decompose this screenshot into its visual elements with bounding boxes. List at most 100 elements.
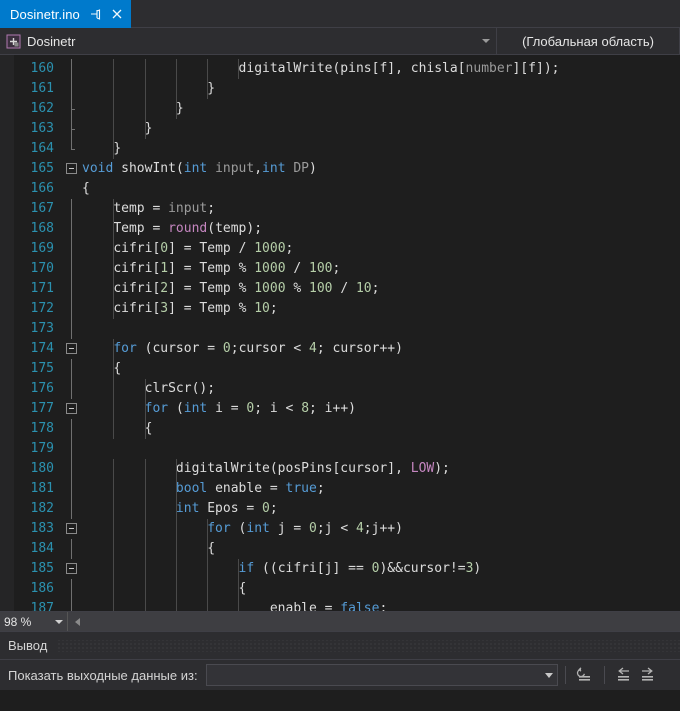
code-line[interactable]: 176 clrScr(); [14, 379, 680, 399]
clear-all-button[interactable] [573, 663, 597, 687]
code-text[interactable]: } [82, 99, 680, 119]
code-text[interactable]: for (int j = 0;j < 4;j++) [82, 519, 680, 539]
scroll-left-icon[interactable] [68, 612, 86, 632]
fold-margin[interactable] [62, 279, 82, 299]
code-text[interactable]: } [82, 139, 680, 159]
fold-margin[interactable] [62, 219, 82, 239]
code-text[interactable]: { [82, 579, 680, 599]
chevron-down-icon[interactable] [55, 619, 63, 624]
code-text[interactable]: { [82, 419, 680, 439]
code-text[interactable]: temp = input; [82, 199, 680, 219]
fold-margin[interactable] [62, 379, 82, 399]
code-lines[interactable]: 160 digitalWrite(pins[f], chisla[number]… [14, 55, 680, 611]
fold-margin[interactable] [62, 439, 82, 459]
fold-collapse-icon[interactable] [66, 563, 77, 574]
code-text[interactable]: for (int i = 0; i < 8; i++) [82, 399, 680, 419]
code-text[interactable]: enable = false; [82, 599, 680, 611]
code-text[interactable]: for (cursor = 0;cursor < 4; cursor++) [82, 339, 680, 359]
chevron-down-icon[interactable] [482, 39, 490, 43]
fold-margin[interactable] [62, 199, 82, 219]
fold-collapse-icon[interactable] [66, 343, 77, 354]
code-text[interactable]: digitalWrite(pins[f], chisla[number][f])… [82, 59, 680, 79]
pin-icon[interactable] [88, 7, 102, 21]
code-line[interactable]: 179 [14, 439, 680, 459]
project-selector-combo[interactable]: Dosinetr [0, 28, 497, 54]
code-line[interactable]: 184 { [14, 539, 680, 559]
code-line[interactable]: 168 Temp = round(temp); [14, 219, 680, 239]
fold-margin[interactable] [62, 499, 82, 519]
horizontal-scrollbar[interactable] [86, 611, 680, 631]
code-line[interactable]: 167 temp = input; [14, 199, 680, 219]
code-line[interactable]: 173 [14, 319, 680, 339]
code-text[interactable]: int Epos = 0; [82, 499, 680, 519]
code-text[interactable]: digitalWrite(posPins[cursor], LOW); [82, 459, 680, 479]
scope-selector-combo[interactable]: (Глобальная область) [497, 28, 680, 54]
fold-margin[interactable] [62, 419, 82, 439]
code-line[interactable]: 180 digitalWrite(posPins[cursor], LOW); [14, 459, 680, 479]
code-text[interactable]: { [82, 539, 680, 559]
code-line[interactable]: 185 if ((cifri[j] == 0)&&cursor!=3) [14, 559, 680, 579]
code-text[interactable]: cifri[2] = Temp % 1000 % 100 / 10; [82, 279, 680, 299]
fold-collapse-icon[interactable] [66, 523, 77, 534]
code-line[interactable]: 172 cifri[3] = Temp % 10; [14, 299, 680, 319]
chevron-down-icon[interactable] [544, 672, 553, 678]
zoom-level-combo[interactable]: 98 % [0, 611, 68, 631]
code-text[interactable]: cifri[0] = Temp / 1000; [82, 239, 680, 259]
code-text[interactable]: cifri[3] = Temp % 10; [82, 299, 680, 319]
fold-collapse-icon[interactable] [66, 163, 77, 174]
code-line[interactable]: 182 int Epos = 0; [14, 499, 680, 519]
editor-viewport[interactable]: 160 digitalWrite(pins[f], chisla[number]… [0, 55, 680, 611]
code-line[interactable]: 169 cifri[0] = Temp / 1000; [14, 239, 680, 259]
fold-margin[interactable] [62, 339, 82, 359]
code-line[interactable]: 186 { [14, 579, 680, 599]
code-text[interactable]: cifri[1] = Temp % 1000 / 100; [82, 259, 680, 279]
code-text[interactable]: if ((cifri[j] == 0)&&cursor!=3) [82, 559, 680, 579]
fold-margin[interactable] [62, 239, 82, 259]
code-line[interactable]: 181 bool enable = true; [14, 479, 680, 499]
code-line[interactable]: 187 enable = false; [14, 599, 680, 611]
code-text[interactable]: } [82, 79, 680, 99]
code-line[interactable]: 161 } [14, 79, 680, 99]
fold-margin[interactable] [62, 179, 82, 199]
code-text[interactable]: void showInt(int input,int DP) [82, 159, 680, 179]
fold-margin[interactable] [62, 519, 82, 539]
code-line[interactable]: 177 for (int i = 0; i < 8; i++) [14, 399, 680, 419]
fold-margin[interactable] [62, 259, 82, 279]
fold-margin[interactable] [62, 459, 82, 479]
code-text[interactable]: { [82, 179, 680, 199]
fold-margin[interactable] [62, 299, 82, 319]
code-line[interactable]: 162 } [14, 99, 680, 119]
code-text[interactable]: { [82, 359, 680, 379]
code-line[interactable]: 160 digitalWrite(pins[f], chisla[number]… [14, 59, 680, 79]
fold-margin[interactable] [62, 59, 82, 79]
output-source-combo[interactable] [205, 664, 558, 686]
code-line[interactable]: 174 for (cursor = 0;cursor < 4; cursor++… [14, 339, 680, 359]
fold-margin[interactable] [62, 139, 82, 159]
code-text[interactable]: Temp = round(temp); [82, 219, 680, 239]
fold-margin[interactable] [62, 579, 82, 599]
code-line[interactable]: 178 { [14, 419, 680, 439]
code-line[interactable]: 166 { [14, 179, 680, 199]
code-line[interactable]: 170 cifri[1] = Temp % 1000 / 100; [14, 259, 680, 279]
fold-margin[interactable] [62, 159, 82, 179]
fold-margin[interactable] [62, 79, 82, 99]
code-text[interactable]: bool enable = true; [82, 479, 680, 499]
code-line[interactable]: 183 for (int j = 0;j < 4;j++) [14, 519, 680, 539]
code-line[interactable]: 171 cifri[2] = Temp % 1000 % 100 / 10; [14, 279, 680, 299]
code-line[interactable]: 163 } [14, 119, 680, 139]
close-icon[interactable] [110, 7, 124, 21]
fold-margin[interactable] [62, 539, 82, 559]
tab-dosinetr-ino[interactable]: Dosinetr.ino [0, 0, 131, 28]
fold-margin[interactable] [62, 119, 82, 139]
fold-margin[interactable] [62, 479, 82, 499]
go-to-next-message-button[interactable] [636, 663, 660, 687]
code-editor[interactable]: 160 digitalWrite(pins[f], chisla[number]… [0, 55, 680, 631]
fold-margin[interactable] [62, 399, 82, 419]
fold-margin[interactable] [62, 99, 82, 119]
code-line[interactable]: 164 } [14, 139, 680, 159]
code-line[interactable]: 175 { [14, 359, 680, 379]
code-text[interactable]: } [82, 119, 680, 139]
panel-drag-grip[interactable] [57, 639, 680, 652]
fold-margin[interactable] [62, 599, 82, 611]
fold-margin[interactable] [62, 559, 82, 579]
